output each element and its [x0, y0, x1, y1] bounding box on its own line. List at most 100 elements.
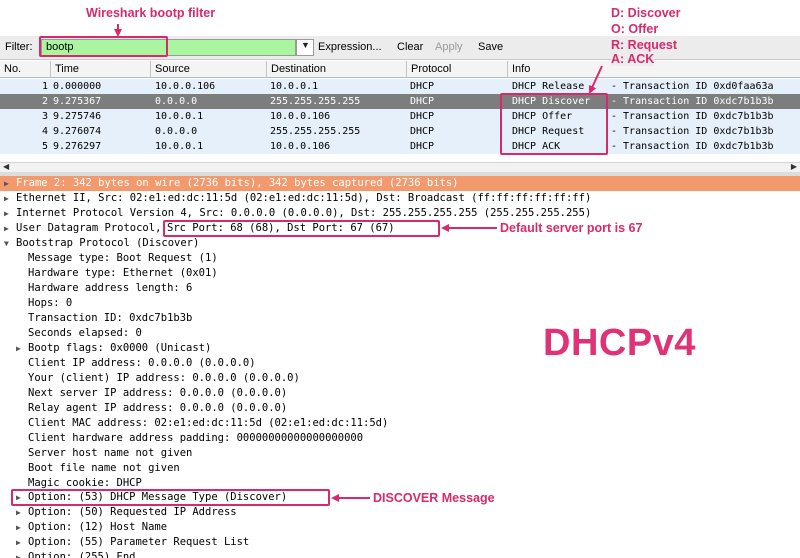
- cell-no: 1: [42, 81, 49, 92]
- option-row[interactable]: ▶ Option: (12) Host Name: [0, 520, 800, 535]
- expand-arrow-icon[interactable]: ▶: [16, 535, 21, 550]
- cell-time: 9.275746: [53, 111, 102, 122]
- packet-list-empty-area: [0, 154, 800, 162]
- cell-source: 0.0.0.0: [155, 126, 198, 137]
- bootp-field-text: Client IP address: 0.0.0.0 (0.0.0.0): [28, 357, 256, 369]
- expand-arrow-icon[interactable]: ▶: [16, 505, 21, 520]
- column-header-protocol[interactable]: Protocol: [407, 61, 508, 78]
- table-row[interactable]: 4 9.276074 0.0.0.0 255.255.255.255 DHCP …: [0, 124, 800, 139]
- cell-info-transaction: - Transaction ID 0xdc7b1b3b: [611, 96, 774, 107]
- wireshark-screenshot: Wireshark bootp filter D: Discover O: Of…: [0, 0, 800, 558]
- expand-arrow-icon[interactable]: ▶: [4, 221, 9, 236]
- cell-no: 4: [42, 126, 49, 137]
- column-header-no[interactable]: No.: [0, 61, 51, 78]
- cell-destination: 10.0.0.106: [270, 111, 331, 122]
- filter-annotation-label: Wireshark bootp filter: [86, 6, 216, 20]
- table-row[interactable]: 1 0.000000 10.0.0.106 10.0.0.1 DHCP DHCP…: [0, 79, 800, 94]
- cell-protocol: DHCP: [410, 96, 435, 107]
- column-header-time[interactable]: Time: [51, 61, 151, 78]
- bootp-field-text: Client MAC address: 02:e1:ed:dc:11:5d (0…: [28, 417, 389, 429]
- cell-time: 9.276074: [53, 126, 102, 137]
- table-row[interactable]: 5 9.276297 10.0.0.1 10.0.0.106 DHCP DHCP…: [0, 139, 800, 154]
- column-header-source[interactable]: Source: [151, 61, 267, 78]
- scroll-right-icon[interactable]: ▶: [791, 162, 797, 171]
- detail-ip-text: Internet Protocol Version 4, Src: 0.0.0.…: [16, 207, 592, 219]
- column-header-destination[interactable]: Destination: [267, 61, 407, 78]
- cell-time: 9.275367: [53, 96, 102, 107]
- cell-source: 10.0.0.1: [155, 111, 204, 122]
- bootp-field[interactable]: Your (client) IP address: 0.0.0.0 (0.0.0…: [0, 371, 800, 386]
- bootp-field-text: Boot file name not given: [28, 462, 180, 474]
- bootp-field-text: Message type: Boot Request (1): [28, 252, 218, 264]
- detail-frame-row[interactable]: ▶ Frame 2: 342 bytes on wire (2736 bits)…: [0, 176, 800, 191]
- cell-info-message: DHCP Release: [512, 81, 585, 92]
- detail-ethernet-text: Ethernet II, Src: 02:e1:ed:dc:11:5d (02:…: [16, 192, 592, 204]
- annotation-strip: Wireshark bootp filter D: Discover O: Of…: [0, 0, 800, 36]
- horizontal-scrollbar[interactable]: ◀ ▶: [0, 162, 800, 172]
- option-row[interactable]: ▶ Option: (50) Requested IP Address: [0, 505, 800, 520]
- udp-ports-highlight-box: [163, 220, 440, 237]
- option53-highlight-box: [11, 489, 330, 506]
- expand-arrow-icon[interactable]: ▶: [4, 176, 9, 191]
- option-row[interactable]: ▶ Option: (55) Parameter Request List: [0, 535, 800, 550]
- expand-arrow-icon[interactable]: ▶: [16, 550, 21, 558]
- bootp-field[interactable]: Hops: 0: [0, 296, 800, 311]
- filter-label: Filter:: [5, 41, 33, 53]
- cell-no: 5: [42, 141, 49, 152]
- option-row[interactable]: ▶ Option: (255) End: [0, 550, 800, 558]
- port-annotation-label: Default server port is 67: [500, 221, 643, 235]
- expand-arrow-icon[interactable]: ▶: [4, 191, 9, 206]
- bootp-field-text: Hardware type: Ethernet (0x01): [28, 267, 218, 279]
- cell-destination: 255.255.255.255: [270, 126, 361, 137]
- option-text: Option: (255) End: [28, 551, 136, 558]
- filter-highlight-box: [39, 36, 168, 57]
- bootp-field-text: Hops: 0: [28, 297, 73, 309]
- table-row[interactable]: 3 9.275746 10.0.0.1 10.0.0.106 DHCP DHCP…: [0, 109, 800, 124]
- apply-button[interactable]: Apply: [435, 41, 463, 53]
- cell-info-transaction: - Transaction ID 0xd0faa63a: [611, 81, 774, 92]
- info-highlight-box: [500, 93, 608, 155]
- bootp-field[interactable]: Relay agent IP address: 0.0.0.0 (0.0.0.0…: [0, 401, 800, 416]
- expand-arrow-icon[interactable]: ▶: [16, 341, 21, 356]
- bootp-field[interactable]: Hardware address length: 6: [0, 281, 800, 296]
- collapse-arrow-icon[interactable]: ▼: [4, 236, 9, 251]
- cell-destination: 10.0.0.1: [270, 81, 319, 92]
- discover-annotation-label: DISCOVER Message: [373, 491, 495, 505]
- bootp-field[interactable]: Server host name not given: [0, 446, 800, 461]
- table-row-selected[interactable]: 2 9.275367 0.0.0.0 255.255.255.255 DHCP …: [0, 94, 800, 109]
- detail-ip-row[interactable]: ▶ Internet Protocol Version 4, Src: 0.0.…: [0, 206, 800, 221]
- bootp-field-text: Hardware address length: 6: [28, 282, 193, 294]
- bootp-field[interactable]: Client hardware address padding: 0000000…: [0, 431, 800, 446]
- detail-bootp-text: Bootstrap Protocol (Discover): [16, 237, 200, 249]
- detail-bootp-row[interactable]: ▼ Bootstrap Protocol (Discover): [0, 236, 800, 251]
- bootp-field[interactable]: Next server IP address: 0.0.0.0 (0.0.0.0…: [0, 386, 800, 401]
- expression-button[interactable]: Expression...: [318, 41, 382, 53]
- dhcpv4-title: DHCPv4: [543, 322, 696, 364]
- cell-no: 3: [42, 111, 49, 122]
- bootp-field[interactable]: Message type: Boot Request (1): [0, 251, 800, 266]
- legend-discover: D: Discover: [611, 6, 681, 20]
- bootp-field-text: Bootp flags: 0x0000 (Unicast): [28, 342, 212, 354]
- chevron-down-icon: ▼: [301, 40, 310, 50]
- cell-protocol: DHCP: [410, 111, 435, 122]
- bootp-field-text: Transaction ID: 0xdc7b1b3b: [28, 312, 193, 324]
- cell-time: 0.000000: [53, 81, 102, 92]
- bootp-field[interactable]: Hardware type: Ethernet (0x01): [0, 266, 800, 281]
- legend-request: R: Request: [611, 38, 677, 52]
- detail-frame-text: Frame 2: 342 bytes on wire (2736 bits), …: [16, 177, 459, 189]
- expand-arrow-icon[interactable]: ▶: [16, 520, 21, 535]
- save-button[interactable]: Save: [478, 41, 503, 53]
- detail-ethernet-row[interactable]: ▶ Ethernet II, Src: 02:e1:ed:dc:11:5d (0…: [0, 191, 800, 206]
- option-text: Option: (50) Requested IP Address: [28, 506, 237, 518]
- bootp-field[interactable]: Client MAC address: 02:e1:ed:dc:11:5d (0…: [0, 416, 800, 431]
- bootp-field-text: Seconds elapsed: 0: [28, 327, 142, 339]
- scroll-left-icon[interactable]: ◀: [3, 162, 9, 171]
- bootp-field-text: Next server IP address: 0.0.0.0 (0.0.0.0…: [28, 387, 288, 399]
- bootp-field[interactable]: Boot file name not given: [0, 461, 800, 476]
- cell-info-transaction: - Transaction ID 0xdc7b1b3b: [611, 141, 774, 152]
- cell-no: 2: [42, 96, 49, 107]
- filter-dropdown-button[interactable]: ▼: [296, 39, 314, 56]
- expand-arrow-icon[interactable]: ▶: [4, 206, 9, 221]
- clear-button[interactable]: Clear: [397, 41, 423, 53]
- cell-source: 10.0.0.106: [155, 81, 216, 92]
